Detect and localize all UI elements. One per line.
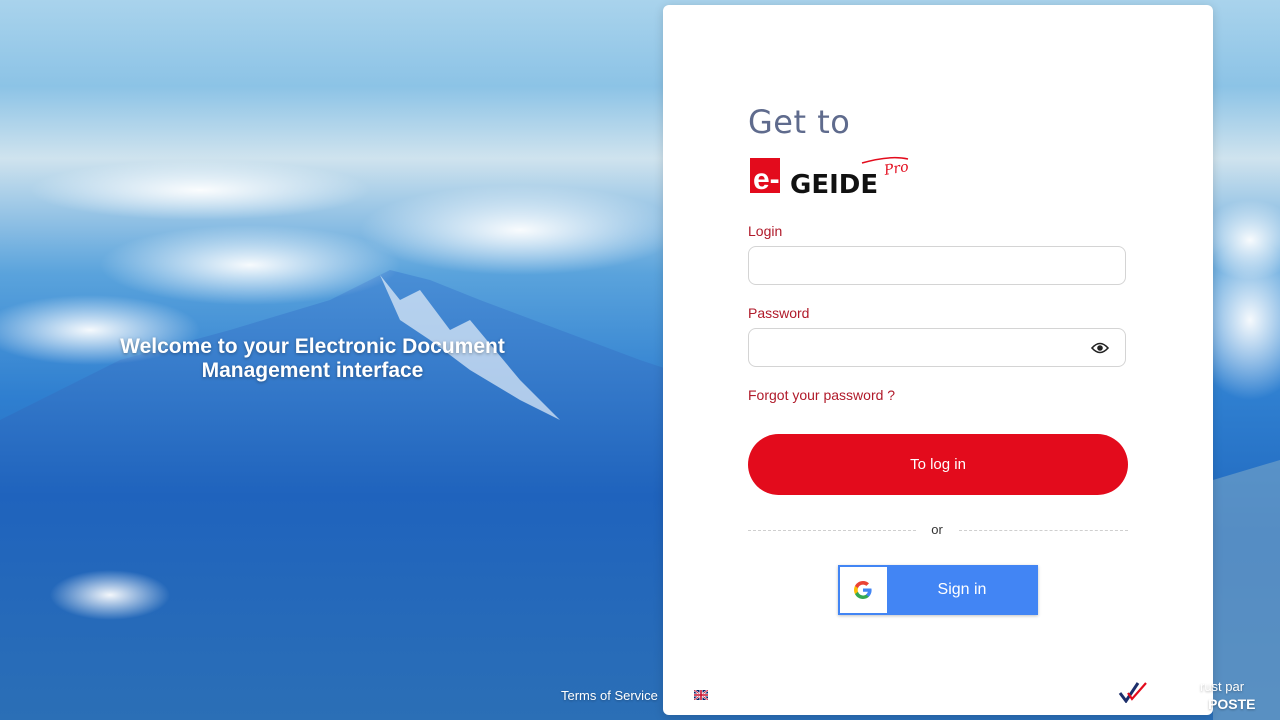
logo-suffix: Pro bbox=[882, 159, 910, 179]
welcome-line-2: Management interface bbox=[201, 359, 424, 382]
logo-e: e- bbox=[753, 163, 780, 196]
login-button[interactable]: To log in bbox=[748, 434, 1128, 495]
uk-flag-icon[interactable] bbox=[694, 690, 708, 700]
forgot-password-link[interactable]: Forgot your password ? bbox=[748, 387, 895, 403]
logo-name: GEIDE bbox=[790, 170, 878, 200]
google-icon-container bbox=[840, 567, 887, 613]
divider-line-right bbox=[959, 530, 1128, 531]
trust-check-logo bbox=[1118, 682, 1147, 703]
trust-text-line-1: rust par bbox=[1200, 679, 1245, 694]
google-icon bbox=[854, 581, 872, 599]
login-panel: Get to e- GEIDE Pro Login Password Forgo… bbox=[663, 5, 1213, 715]
trust-text-line-2: POSTE bbox=[1208, 696, 1256, 712]
welcome-message: Welcome to your Electronic Document Mana… bbox=[60, 335, 565, 383]
welcome-line-1: Welcome to your Electronic Document bbox=[120, 335, 505, 358]
divider-line-left bbox=[748, 530, 916, 531]
password-input[interactable] bbox=[748, 328, 1126, 367]
terms-of-service-link[interactable]: Terms of Service bbox=[561, 688, 658, 703]
password-label: Password bbox=[748, 305, 810, 321]
egeide-pro-logo: e- GEIDE Pro bbox=[750, 156, 910, 200]
divider-or: or bbox=[931, 522, 943, 537]
google-sign-in-button[interactable]: Sign in bbox=[838, 565, 1038, 615]
eye-icon[interactable] bbox=[1091, 341, 1109, 355]
google-sign-in-label: Sign in bbox=[937, 581, 987, 598]
login-label: Login bbox=[748, 223, 783, 239]
page-title: Get to bbox=[748, 103, 851, 141]
login-input[interactable] bbox=[748, 246, 1126, 285]
